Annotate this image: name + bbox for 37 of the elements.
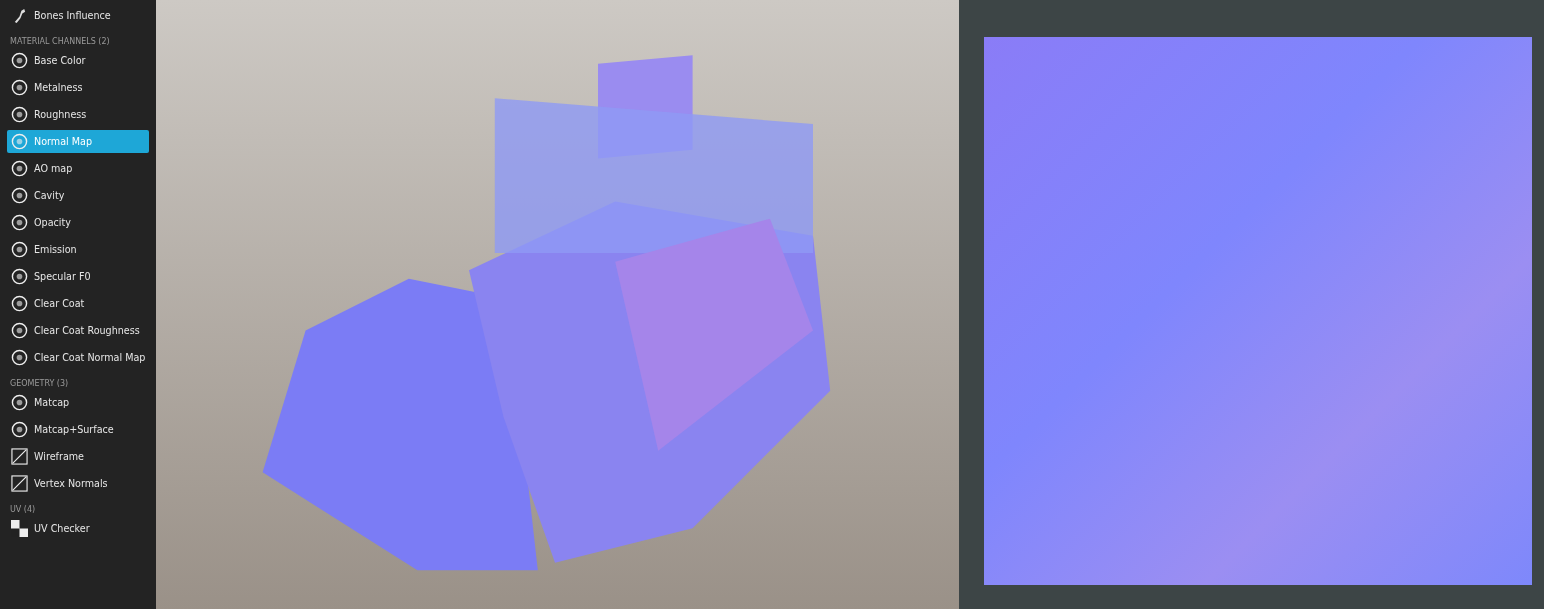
channel-icon: [11, 268, 28, 285]
sidebar-item[interactable]: Opacity: [7, 211, 149, 234]
channel-icon: [11, 160, 28, 177]
sidebar-item[interactable]: Emission: [7, 238, 149, 261]
sidebar-item[interactable]: Clear Coat Normal Map: [7, 346, 149, 369]
channel-icon: [11, 394, 28, 411]
sidebar-item[interactable]: Metalness: [7, 76, 149, 99]
square-icon: [11, 448, 28, 465]
channel-icon: [11, 421, 28, 438]
square-icon: [11, 475, 28, 492]
channel-icon: [11, 79, 28, 96]
sidebar-item[interactable]: Specular F0: [7, 265, 149, 288]
sidebar-item[interactable]: Vertex Normals: [7, 472, 149, 495]
sidebar-item[interactable]: Base Color: [7, 49, 149, 72]
sidebar-item[interactable]: Cavity: [7, 184, 149, 207]
channel-icon: [11, 187, 28, 204]
channel-icon: [11, 106, 28, 123]
sidebar-item[interactable]: Clear Coat Roughness: [7, 319, 149, 342]
checker-icon: [11, 520, 28, 537]
section-heading: GEOMETRY (3): [10, 379, 70, 388]
channel-icon: [11, 214, 28, 231]
section-heading: UV (4): [10, 505, 37, 514]
channel-icon: [11, 322, 28, 339]
sidebar-item[interactable]: Matcap: [7, 391, 149, 414]
channel-icon: [11, 295, 28, 312]
sidebar-item[interactable]: Clear Coat: [7, 292, 149, 315]
channel-icon: [11, 349, 28, 366]
channel-icon: [11, 133, 28, 150]
sidebar-item[interactable]: UV Checker: [7, 517, 149, 540]
channel-icon: [11, 241, 28, 258]
sidebar-item[interactable]: Bones Influence: [7, 4, 149, 27]
sidebar-item[interactable]: Roughness: [7, 103, 149, 126]
sidebar-item[interactable]: Wireframe: [7, 445, 149, 468]
sidebar-item[interactable]: Matcap+Surface: [7, 418, 149, 441]
channel-icon: [11, 52, 28, 69]
section-heading: MATERIAL CHANNELS (2): [10, 37, 111, 46]
sidebar-item[interactable]: AO map: [7, 157, 149, 180]
